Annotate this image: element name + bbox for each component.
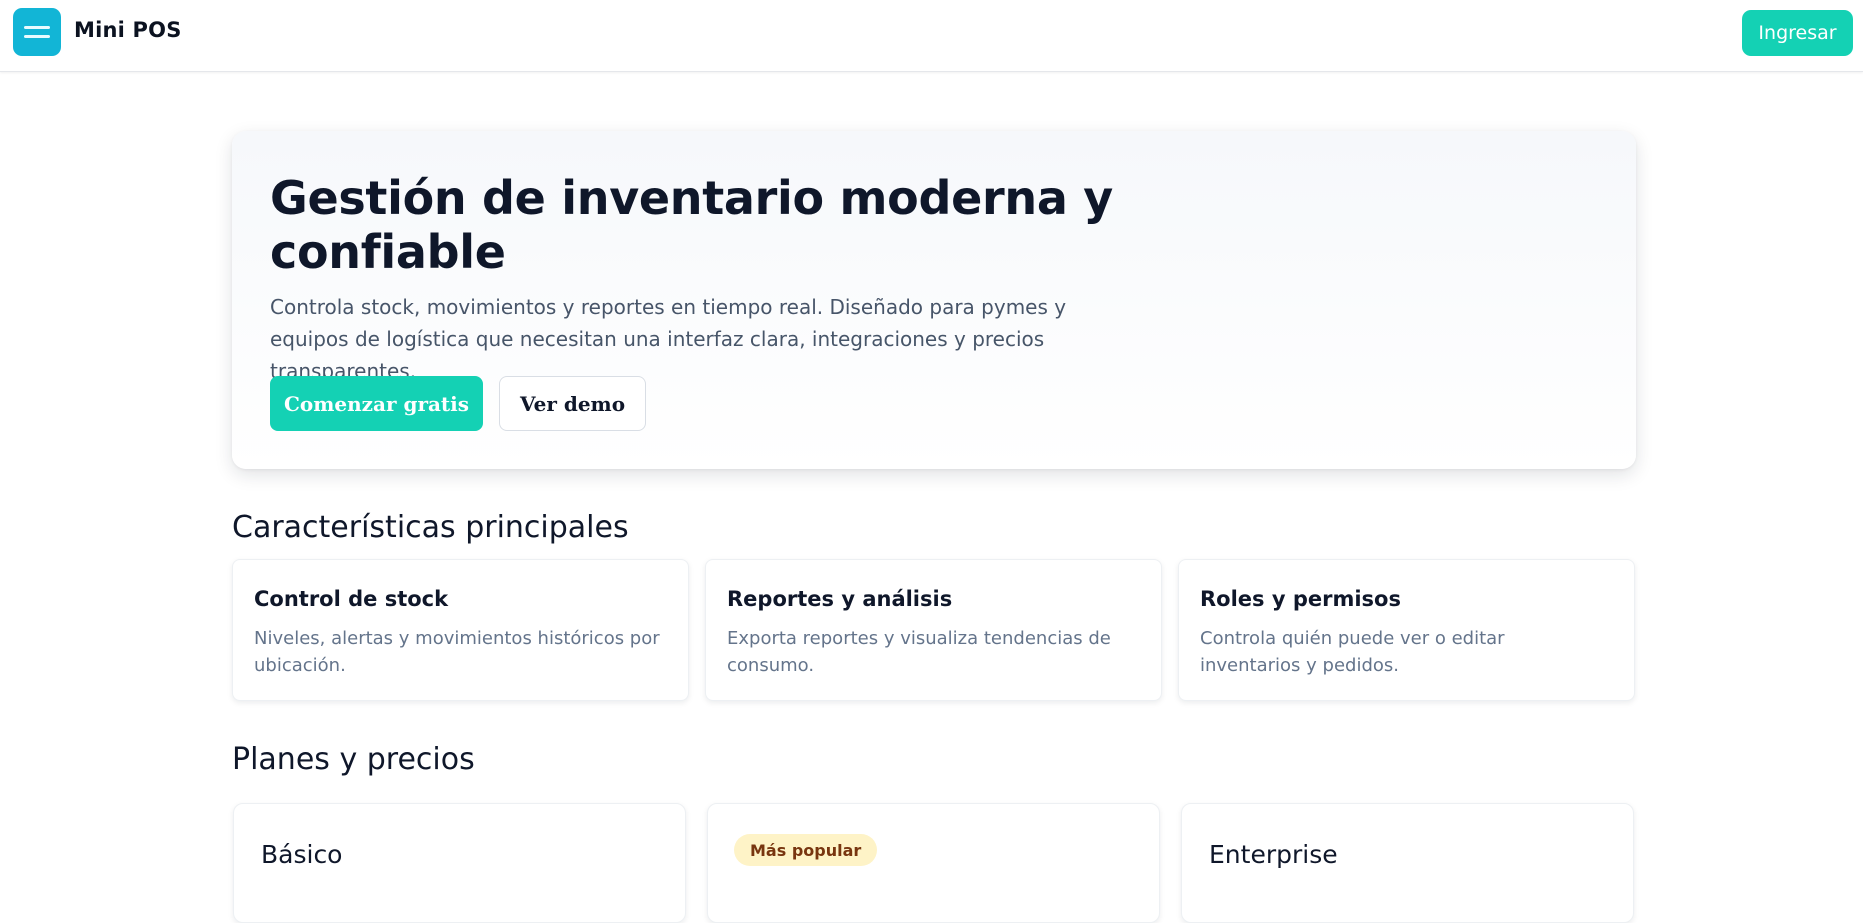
top-navbar: Mini POS Ingresar (0, 0, 1863, 72)
view-demo-button[interactable]: Ver demo (499, 376, 646, 431)
feature-title: Control de stock (254, 587, 449, 611)
plan-name: Básico (261, 840, 343, 869)
feature-title: Roles y permisos (1200, 587, 1401, 611)
feature-description: Exporta reportes y visualiza tendencias … (727, 628, 1111, 676)
plan-card-popular: Más popular (707, 803, 1160, 923)
plans-section-title: Planes y precios (232, 742, 475, 777)
feature-description: Controla quién puede ver o editar invent… (1200, 628, 1505, 676)
brand-name[interactable]: Mini POS (74, 18, 182, 42)
feature-title: Reportes y análisis (727, 587, 953, 611)
plan-card-basic: Básico (233, 803, 686, 923)
hero-card: Gestión de inventario moderna y confiabl… (232, 131, 1636, 469)
login-button[interactable]: Ingresar (1742, 10, 1853, 56)
popular-badge: Más popular (734, 834, 878, 866)
hero-description: Controla stock, movimientos y reportes e… (270, 295, 1067, 383)
feature-card-reports: Reportes y análisis Exporta reportes y v… (705, 559, 1162, 701)
feature-card-stock: Control de stock Niveles, alertas y movi… (232, 559, 689, 701)
features-section-title: Características principales (232, 510, 629, 545)
plan-name: Enterprise (1209, 840, 1338, 869)
feature-description: Niveles, alertas y movimientos histórico… (254, 628, 660, 676)
start-free-button[interactable]: Comenzar gratis (270, 376, 483, 431)
hero-title: Gestión de inventario moderna y confiabl… (270, 171, 1113, 279)
feature-card-roles: Roles y permisos Controla quién puede ve… (1178, 559, 1635, 701)
plan-card-enterprise: Enterprise (1181, 803, 1634, 923)
hamburger-menu-icon[interactable] (13, 8, 61, 56)
